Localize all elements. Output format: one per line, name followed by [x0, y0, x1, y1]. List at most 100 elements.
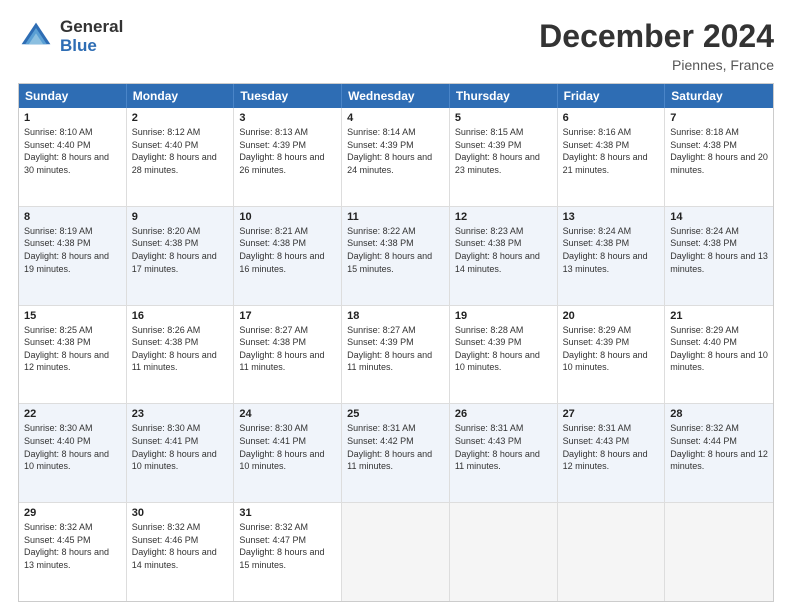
day-cell-30: 30 Sunrise: 8:32 AMSunset: 4:46 PMDayligh…: [127, 503, 235, 601]
day-cell-11: 11 Sunrise: 8:22 AMSunset: 4:38 PMDayligh…: [342, 207, 450, 305]
day-number: 22: [24, 408, 121, 420]
day-number: 16: [132, 310, 229, 322]
day-cell-7: 7 Sunrise: 8:18 AMSunset: 4:38 PMDaylight…: [665, 108, 773, 206]
day-info: Sunrise: 8:25 AMSunset: 4:38 PMDaylight:…: [24, 324, 121, 374]
day-info: Sunrise: 8:12 AMSunset: 4:40 PMDaylight:…: [132, 126, 229, 176]
calendar-week-2: 8 Sunrise: 8:19 AMSunset: 4:38 PMDaylight…: [19, 207, 773, 306]
day-number: 28: [670, 408, 768, 420]
day-number: 27: [563, 408, 660, 420]
day-cell-25: 25Sunrise: 8:31 AMSunset: 4:42 PMDayligh…: [342, 404, 450, 502]
day-cell-2: 2Sunrise: 8:12 AMSunset: 4:40 PMDaylight…: [127, 108, 235, 206]
day-cell-24: 24 Sunrise: 8:30 AMSunset: 4:41 PMDayligh…: [234, 404, 342, 502]
day-number: 1: [24, 112, 121, 124]
day-info: Sunrise: 8:31 AMSunset: 4:43 PMDaylight:…: [455, 422, 552, 472]
day-info: Sunrise: 8:32 AMSunset: 4:45 PMDaylight:…: [24, 521, 121, 571]
day-cell-16: 16 Sunrise: 8:26 AMSunset: 4:38 PMDayligh…: [127, 306, 235, 404]
day-info: Sunrise: 8:23 AMSunset: 4:38 PMDaylight:…: [455, 225, 552, 275]
day-info: Sunrise: 8:24 AMSunset: 4:38 PMDaylight:…: [563, 225, 660, 275]
logo: General Blue: [18, 18, 123, 55]
logo-text: General Blue: [60, 18, 123, 55]
header-day-monday: Monday: [127, 84, 235, 108]
logo-general: General: [60, 18, 123, 37]
day-info: Sunrise: 8:14 AMSunset: 4:39 PMDaylight:…: [347, 126, 444, 176]
day-cell-14: 14 Sunrise: 8:24 AMSunset: 4:38 PMDayligh…: [665, 207, 773, 305]
day-info: Sunrise: 8:29 AMSunset: 4:39 PMDaylight:…: [563, 324, 660, 374]
day-info: Sunrise: 8:10 AMSunset: 4:40 PMDaylight:…: [24, 126, 121, 176]
header-day-sunday: Sunday: [19, 84, 127, 108]
day-number: 18: [347, 310, 444, 322]
day-cell-18: 18Sunrise: 8:27 AMSunset: 4:39 PMDayligh…: [342, 306, 450, 404]
header-day-friday: Friday: [558, 84, 666, 108]
logo-icon: [18, 19, 54, 55]
day-info: Sunrise: 8:32 AMSunset: 4:44 PMDaylight:…: [670, 422, 768, 472]
day-cell-5: 5 Sunrise: 8:15 AMSunset: 4:39 PMDaylight…: [450, 108, 558, 206]
day-info: Sunrise: 8:15 AMSunset: 4:39 PMDaylight:…: [455, 126, 552, 176]
day-number: 31: [239, 507, 336, 519]
day-info: Sunrise: 8:30 AMSunset: 4:41 PMDaylight:…: [239, 422, 336, 472]
calendar-week-3: 15 Sunrise: 8:25 AMSunset: 4:38 PMDayligh…: [19, 306, 773, 405]
day-number: 15: [24, 310, 121, 322]
header-day-wednesday: Wednesday: [342, 84, 450, 108]
day-cell-27: 27 Sunrise: 8:31 AMSunset: 4:43 PMDayligh…: [558, 404, 666, 502]
day-number: 8: [24, 211, 121, 223]
calendar-week-1: 1 Sunrise: 8:10 AMSunset: 4:40 PMDaylight…: [19, 108, 773, 207]
calendar-body: 1 Sunrise: 8:10 AMSunset: 4:40 PMDaylight…: [19, 108, 773, 601]
month-title: December 2024: [539, 18, 774, 55]
day-info: Sunrise: 8:26 AMSunset: 4:38 PMDaylight:…: [132, 324, 229, 374]
day-number: 5: [455, 112, 552, 124]
day-number: 24: [239, 408, 336, 420]
day-number: 25: [347, 408, 444, 420]
header-day-tuesday: Tuesday: [234, 84, 342, 108]
day-info: Sunrise: 8:24 AMSunset: 4:38 PMDaylight:…: [670, 225, 768, 275]
day-cell-21: 21Sunrise: 8:29 AMSunset: 4:40 PMDayligh…: [665, 306, 773, 404]
header: General Blue December 2024 Piennes, Fran…: [18, 18, 774, 73]
day-info: Sunrise: 8:32 AMSunset: 4:47 PMDaylight:…: [239, 521, 336, 571]
day-cell-12: 12 Sunrise: 8:23 AMSunset: 4:38 PMDayligh…: [450, 207, 558, 305]
day-cell-26: 26 Sunrise: 8:31 AMSunset: 4:43 PMDayligh…: [450, 404, 558, 502]
day-info: Sunrise: 8:19 AMSunset: 4:38 PMDaylight:…: [24, 225, 121, 275]
title-block: December 2024 Piennes, France: [539, 18, 774, 73]
day-cell-10: 10 Sunrise: 8:21 AMSunset: 4:38 PMDayligh…: [234, 207, 342, 305]
day-number: 26: [455, 408, 552, 420]
day-number: 7: [670, 112, 768, 124]
day-number: 6: [563, 112, 660, 124]
day-cell-20: 20 Sunrise: 8:29 AMSunset: 4:39 PMDayligh…: [558, 306, 666, 404]
day-cell-4: 4 Sunrise: 8:14 AMSunset: 4:39 PMDaylight…: [342, 108, 450, 206]
day-number: 21: [670, 310, 768, 322]
day-cell-23: 23Sunrise: 8:30 AMSunset: 4:41 PMDayligh…: [127, 404, 235, 502]
day-cell-9: 9 Sunrise: 8:20 AMSunset: 4:38 PMDaylight…: [127, 207, 235, 305]
day-info: Sunrise: 8:32 AMSunset: 4:46 PMDaylight:…: [132, 521, 229, 571]
day-number: 13: [563, 211, 660, 223]
day-number: 10: [239, 211, 336, 223]
page: General Blue December 2024 Piennes, Fran…: [0, 0, 792, 612]
day-info: Sunrise: 8:13 AMSunset: 4:39 PMDaylight:…: [239, 126, 336, 176]
day-number: 19: [455, 310, 552, 322]
day-number: 14: [670, 211, 768, 223]
day-cell-19: 19Sunrise: 8:28 AMSunset: 4:39 PMDayligh…: [450, 306, 558, 404]
empty-cell: [450, 503, 558, 601]
day-number: 20: [563, 310, 660, 322]
day-cell-17: 17Sunrise: 8:27 AMSunset: 4:38 PMDayligh…: [234, 306, 342, 404]
day-number: 9: [132, 211, 229, 223]
day-number: 30: [132, 507, 229, 519]
calendar-header-row: SundayMondayTuesdayWednesdayThursdayFrid…: [19, 84, 773, 108]
day-cell-31: 31 Sunrise: 8:32 AMSunset: 4:47 PMDayligh…: [234, 503, 342, 601]
day-cell-15: 15 Sunrise: 8:25 AMSunset: 4:38 PMDayligh…: [19, 306, 127, 404]
day-info: Sunrise: 8:31 AMSunset: 4:43 PMDaylight:…: [563, 422, 660, 472]
day-info: Sunrise: 8:22 AMSunset: 4:38 PMDaylight:…: [347, 225, 444, 275]
empty-cell: [558, 503, 666, 601]
header-day-saturday: Saturday: [665, 84, 773, 108]
day-number: 17: [239, 310, 336, 322]
day-number: 11: [347, 211, 444, 223]
empty-cell: [665, 503, 773, 601]
day-cell-28: 28 Sunrise: 8:32 AMSunset: 4:44 PMDayligh…: [665, 404, 773, 502]
day-info: Sunrise: 8:16 AMSunset: 4:38 PMDaylight:…: [563, 126, 660, 176]
day-info: Sunrise: 8:18 AMSunset: 4:38 PMDaylight:…: [670, 126, 768, 176]
day-info: Sunrise: 8:30 AMSunset: 4:41 PMDaylight:…: [132, 422, 229, 472]
day-number: 12: [455, 211, 552, 223]
logo-blue: Blue: [60, 37, 123, 56]
day-cell-29: 29Sunrise: 8:32 AMSunset: 4:45 PMDayligh…: [19, 503, 127, 601]
day-info: Sunrise: 8:20 AMSunset: 4:38 PMDaylight:…: [132, 225, 229, 275]
day-info: Sunrise: 8:21 AMSunset: 4:38 PMDaylight:…: [239, 225, 336, 275]
day-number: 4: [347, 112, 444, 124]
